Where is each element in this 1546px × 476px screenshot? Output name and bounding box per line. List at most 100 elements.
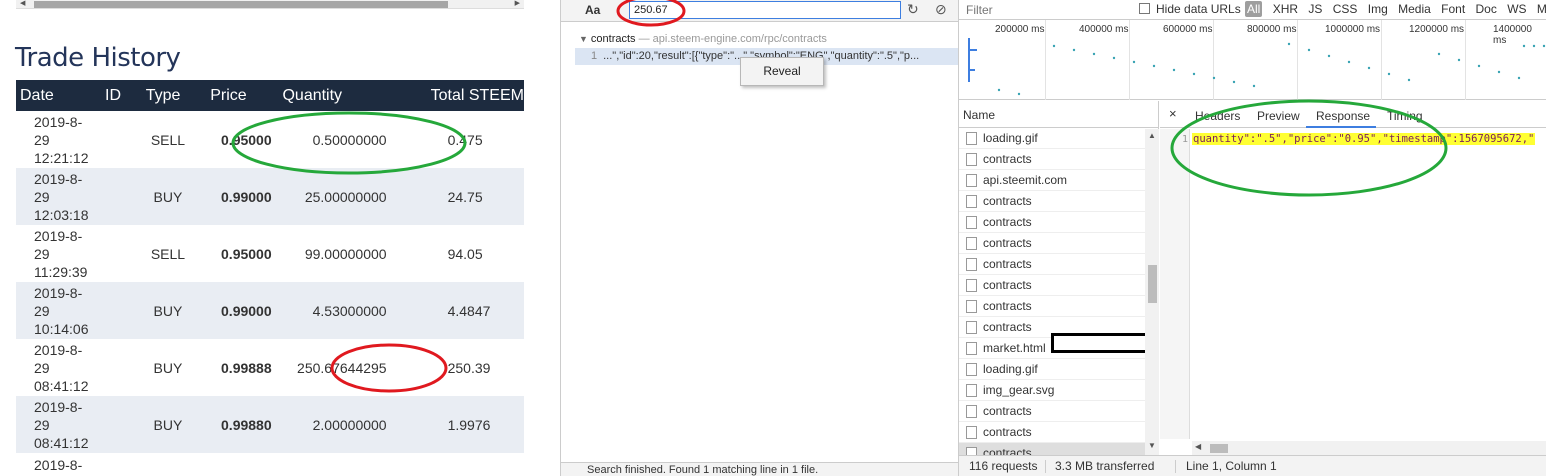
response-horizontal-scrollbar[interactable]: ◀ <box>1192 441 1546 455</box>
date-line-1: 2019-8- <box>34 284 83 301</box>
date-line-1: 2019-8- <box>34 341 83 358</box>
scroll-up-arrow-icon[interactable]: ▲ <box>1148 131 1156 140</box>
date-line-1: 2019-8- <box>34 170 83 187</box>
tab-timing[interactable]: Timing <box>1387 109 1423 123</box>
search-result-file[interactable]: ▼ contracts — api.steem-engine.com/rpc/co… <box>579 33 827 45</box>
filter-css[interactable]: CSS <box>1333 2 1358 16</box>
request-name: api.steemit.com <box>983 173 1068 187</box>
date-line-2: 29 <box>34 131 50 148</box>
trade-history-page: ◀ ▶ Trade History Date ID Type Price Qua… <box>0 0 530 476</box>
filter-doc[interactable]: Doc <box>1476 2 1497 16</box>
scroll-left-arrow-icon[interactable]: ◀ <box>20 0 25 8</box>
scrollbar-thumb[interactable] <box>34 1 448 8</box>
redaction-box <box>1051 333 1151 353</box>
search-toolbar: Aa · ↻ ⊘ <box>561 0 959 22</box>
tab-headers[interactable]: Headers <box>1195 109 1240 123</box>
request-row[interactable]: loading.gif <box>959 128 1145 149</box>
checkbox-icon[interactable] <box>1139 3 1150 14</box>
trade-date: 2019-8- 29 08:41:12 <box>16 339 105 396</box>
network-timeline-overview[interactable]: 200000 ms 400000 ms 600000 ms 800000 ms … <box>959 20 1546 100</box>
column-header-type[interactable]: Type <box>145 80 211 111</box>
match-case-toggle[interactable]: Aa <box>585 3 600 17</box>
close-icon[interactable]: × <box>1169 106 1177 121</box>
trade-quantity: 99.00000000 <box>304 245 387 262</box>
column-header-name[interactable]: Name <box>959 101 1158 128</box>
column-header-quantity[interactable]: Quantity <box>282 80 415 111</box>
trade-total: 250.39 <box>447 359 491 376</box>
request-row[interactable]: contracts <box>959 254 1145 275</box>
filter-all[interactable]: All <box>1245 1 1263 17</box>
filter-media[interactable]: Media <box>1398 2 1431 16</box>
date-line-3: 08:41:12 <box>34 434 89 451</box>
document-file-icon <box>966 300 977 313</box>
devtools-search-pane: Aa · ↻ ⊘ ▼contracts — api.steem-engine.c… <box>560 0 959 476</box>
response-body-text[interactable]: quantity":".5","price":"0.95","timestamp… <box>1192 133 1536 145</box>
filter-input[interactable] <box>962 1 1122 18</box>
request-row[interactable]: contracts <box>959 422 1145 443</box>
date-line-2: 29 <box>34 302 50 319</box>
hide-data-urls-checkbox[interactable]: Hide data URLs <box>1139 2 1241 16</box>
tab-preview[interactable]: Preview <box>1257 109 1300 123</box>
request-row[interactable]: contracts <box>959 296 1145 317</box>
status-divider <box>1045 460 1046 473</box>
active-tab-indicator <box>1306 126 1376 128</box>
tab-response[interactable]: Response <box>1316 109 1370 123</box>
request-count: 116 requests <box>969 459 1038 473</box>
table-row: 2019-8- 29 08:41:12 BUY 0.99888 250.676442… <box>16 339 524 396</box>
scrollbar-thumb[interactable] <box>1210 444 1228 453</box>
trade-history-table: Date ID Type Price Quantity Total STEEM … <box>16 80 524 453</box>
trade-total: 94.05 <box>447 245 483 262</box>
column-header-date[interactable]: Date <box>16 80 106 111</box>
horizontal-scrollbar[interactable]: ◀ ▶ <box>16 0 524 9</box>
request-row[interactable]: contracts <box>959 233 1145 254</box>
expand-triangle-icon[interactable]: ▼ <box>579 34 588 44</box>
filter-js[interactable]: JS <box>1308 2 1322 16</box>
document-file-icon <box>966 216 977 229</box>
column-header-id[interactable]: ID <box>105 80 146 111</box>
request-row[interactable]: contracts <box>959 149 1145 170</box>
date-line-2: 29 <box>34 245 50 262</box>
document-file-icon <box>966 405 977 418</box>
refresh-icon[interactable]: ↻ <box>907 1 919 18</box>
request-row[interactable]: contracts <box>959 401 1145 422</box>
trade-type: SELL <box>150 131 186 148</box>
response-line-number: 1 <box>1182 134 1189 145</box>
document-file-icon <box>966 153 977 166</box>
filter-manifest[interactable]: Manifest <box>1537 2 1546 16</box>
request-row[interactable]: loading.gif <box>959 359 1145 380</box>
filter-ws[interactable]: WS <box>1507 2 1526 16</box>
trade-total: 0.475 <box>447 131 483 148</box>
clear-icon[interactable]: ⊘ <box>935 1 947 18</box>
transferred-size: 3.3 MB transferred <box>1055 459 1155 473</box>
result-line-number: 1 <box>591 50 598 62</box>
scrollbar-thumb[interactable] <box>1148 265 1157 303</box>
regex-toggle[interactable]: · <box>616 3 620 17</box>
scroll-left-arrow-icon[interactable]: ◀ <box>1195 442 1201 451</box>
result-file-source: — api.steem-engine.com/rpc/contracts <box>638 33 827 45</box>
request-row[interactable]: img_gear.svg <box>959 380 1145 401</box>
document-file-icon <box>966 321 977 334</box>
request-row[interactable]: contracts <box>959 212 1145 233</box>
filter-img[interactable]: Img <box>1368 2 1388 16</box>
filter-xhr[interactable]: XHR <box>1273 2 1298 16</box>
column-header-total[interactable]: Total STEEM <box>414 80 524 111</box>
date-line-3: 10:14:06 <box>34 320 89 337</box>
request-detail-pane: × Headers Preview Response Timing 1 quan… <box>1160 101 1546 455</box>
scroll-down-arrow-icon[interactable]: ▼ <box>1148 441 1156 450</box>
column-header-price[interactable]: Price <box>210 80 283 111</box>
context-menu-reveal[interactable]: Reveal <box>740 57 824 86</box>
trade-date: 2019-8- 29 11:29:39 <box>16 225 105 282</box>
document-file-icon <box>966 384 977 397</box>
request-name: contracts <box>983 425 1032 439</box>
request-row[interactable]: contracts <box>959 275 1145 296</box>
table-row: 2019-8- 29 12:03:18 BUY 0.99000 25.0000000… <box>16 168 524 225</box>
trade-quantity: 250.67644295 <box>297 359 387 376</box>
trade-type: BUY <box>145 396 211 453</box>
request-list-scrollbar[interactable]: ▲ ▼ <box>1145 129 1159 455</box>
filter-font[interactable]: Font <box>1441 2 1465 16</box>
document-file-icon <box>966 279 977 292</box>
request-row[interactable]: contracts <box>959 191 1145 212</box>
request-row[interactable]: api.steemit.com <box>959 170 1145 191</box>
scroll-right-arrow-icon[interactable]: ▶ <box>515 0 520 8</box>
search-input[interactable] <box>629 1 901 19</box>
